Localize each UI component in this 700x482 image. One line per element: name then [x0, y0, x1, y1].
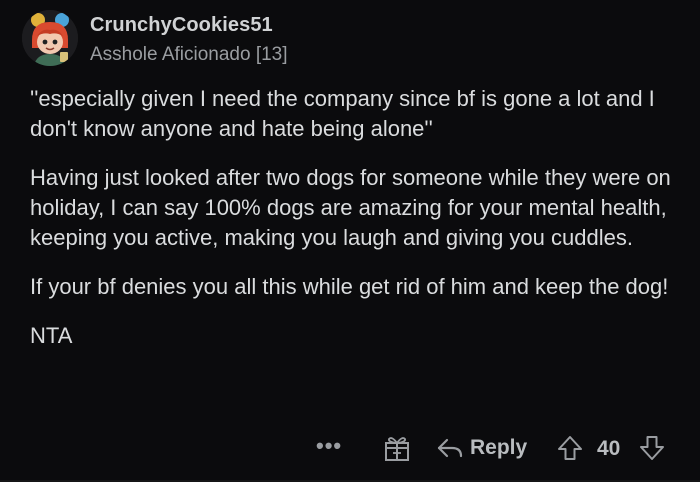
downvote-arrow-icon — [640, 436, 664, 460]
avatar[interactable] — [22, 10, 78, 66]
user-flair: Asshole Aficionado [13] — [90, 44, 288, 65]
username[interactable]: CrunchyCookies51 — [90, 14, 273, 37]
award-button[interactable] — [384, 434, 410, 462]
comment-paragraph: NTA — [30, 323, 73, 348]
comment: CrunchyCookies51 Asshole Aficionado [13]… — [0, 0, 700, 482]
upvote-button[interactable] — [557, 434, 583, 462]
comment-actions: ••• Reply 40 — [0, 430, 700, 468]
avatar-icon — [22, 10, 78, 66]
gift-icon — [385, 437, 409, 461]
more-options-button[interactable]: ••• — [316, 433, 342, 459]
comment-body: ''especially given I need the company si… — [30, 84, 685, 370]
reply-arrow-icon — [437, 438, 463, 458]
vote-score: 40 — [597, 437, 621, 460]
comment-paragraph: Having just looked after two dogs for so… — [30, 165, 671, 250]
comment-paragraph: ''especially given I need the company si… — [30, 86, 655, 141]
reply-label: Reply — [470, 436, 528, 459]
more-options-icon: ••• — [316, 433, 343, 458]
downvote-button[interactable] — [639, 434, 665, 462]
upvote-arrow-icon — [558, 436, 582, 460]
comment-paragraph: If your bf denies you all this while get… — [30, 274, 669, 299]
reply-button[interactable]: Reply — [436, 433, 527, 463]
